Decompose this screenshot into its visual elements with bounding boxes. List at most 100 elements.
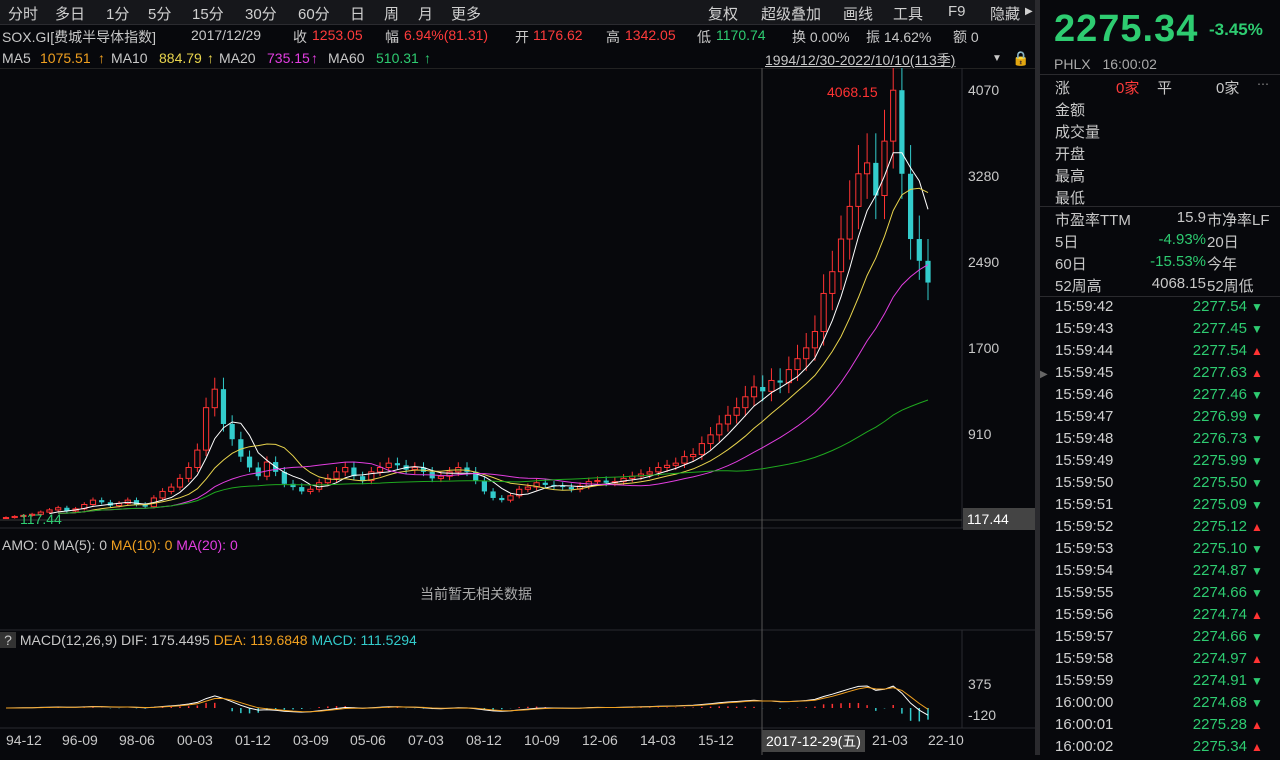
candle-body bbox=[464, 467, 470, 472]
period-toolbar: 分时 多日 1分 5分 15分 30分 60分 日 周 月 更多 复权 超级叠加… bbox=[0, 0, 1035, 25]
candle-body bbox=[99, 500, 105, 503]
candle-body bbox=[864, 162, 871, 175]
candle-body bbox=[437, 475, 445, 479]
tick-row: 16:00:00 2274.68 ▼ bbox=[1055, 694, 1265, 716]
candle-body bbox=[568, 487, 574, 490]
candle-body bbox=[655, 467, 662, 473]
candle-body bbox=[733, 407, 740, 416]
tick-row: 15:59:55 2274.66 ▼ bbox=[1055, 584, 1265, 606]
candles-group bbox=[2, 68, 931, 520]
candle-body bbox=[185, 467, 192, 479]
candle-body bbox=[385, 462, 392, 469]
dropdown-triangle-icon[interactable]: ▼ bbox=[992, 53, 1002, 64]
time-tick: 21-03 bbox=[872, 732, 908, 748]
tick-time: 15:59:58 bbox=[1055, 650, 1114, 667]
fuquan-button[interactable]: 复权 bbox=[708, 3, 738, 24]
tab-5min[interactable]: 5分 bbox=[148, 3, 171, 24]
time-tick: 01-12 bbox=[235, 732, 271, 748]
d20-label: 20日 bbox=[1207, 234, 1239, 251]
candle-body bbox=[899, 90, 905, 174]
high-label: 高 bbox=[606, 29, 620, 45]
tab-60min[interactable]: 60分 bbox=[298, 3, 330, 24]
tick-time: 15:59:44 bbox=[1055, 342, 1114, 359]
tick-time: 15:59:46 bbox=[1055, 386, 1114, 403]
chevron-right-icon[interactable]: ⋯ bbox=[1257, 77, 1269, 91]
macd-title: MACD(12,26,9) bbox=[19, 632, 118, 648]
tick-row: 15:59:50 2275.50 ▼ bbox=[1055, 474, 1265, 496]
time-tick: 10-09 bbox=[524, 732, 560, 748]
candle-body bbox=[499, 497, 505, 501]
tab-1min[interactable]: 1分 bbox=[106, 3, 129, 24]
draw-button[interactable]: 画线 bbox=[843, 3, 873, 24]
candle-body bbox=[394, 463, 401, 466]
candle-body bbox=[855, 173, 862, 207]
tools-button[interactable]: 工具 bbox=[893, 3, 923, 24]
time-tick: 05-06 bbox=[350, 732, 386, 748]
date-range-selector[interactable]: 1994/12/30-2022/10/10(113季) bbox=[765, 50, 955, 70]
separator bbox=[1040, 296, 1280, 297]
tick-price: 2277.63 bbox=[1192, 364, 1247, 381]
ma20-label: MA20 bbox=[219, 50, 256, 66]
tick-time: 15:59:49 bbox=[1055, 452, 1114, 469]
lock-icon[interactable]: 🔒 bbox=[1012, 50, 1029, 67]
tick-panel-collapse[interactable]: ▶ bbox=[1040, 333, 1048, 753]
tick-row: 15:59:46 2277.46 ▼ bbox=[1055, 386, 1265, 408]
open-label: 开 bbox=[515, 29, 529, 45]
tab-month[interactable]: 月 bbox=[418, 3, 433, 24]
down-arrow-icon: ▼ bbox=[1251, 410, 1263, 424]
kline-chart[interactable] bbox=[0, 68, 1035, 755]
time-tick: 98-06 bbox=[119, 732, 155, 748]
time-tick: 07-03 bbox=[408, 732, 444, 748]
up-arrow-icon: ↑ bbox=[98, 50, 105, 66]
candle-body bbox=[803, 347, 810, 360]
tick-price: 2275.28 bbox=[1192, 716, 1247, 733]
amo-legend: AMO: 0 MA(5): 0 MA(10): 0 MA(20): 0 bbox=[2, 537, 238, 553]
price-axis-tick: 4070 bbox=[968, 82, 1000, 98]
hide-button[interactable]: 隐藏 bbox=[990, 3, 1020, 24]
down-arrow-icon: ▼ bbox=[1251, 696, 1263, 710]
candle-body bbox=[255, 467, 261, 477]
candle-body bbox=[925, 260, 931, 283]
tab-week[interactable]: 周 bbox=[384, 3, 399, 24]
candle-body bbox=[360, 476, 366, 481]
down-arrow-icon: ▼ bbox=[1251, 322, 1263, 336]
tab-timeshare[interactable]: 分时 bbox=[8, 3, 38, 24]
d60-label: 60日 bbox=[1055, 256, 1087, 273]
candle-body bbox=[89, 499, 97, 505]
low-price-annotation: 117.44 bbox=[20, 511, 62, 527]
tick-time: 15:59:59 bbox=[1055, 672, 1114, 689]
ma10-label: MA10 bbox=[111, 50, 148, 66]
down-arrow-icon: ▼ bbox=[1251, 564, 1263, 578]
candle-body bbox=[263, 461, 271, 477]
candle-body bbox=[229, 423, 235, 440]
candle-body bbox=[594, 480, 601, 483]
help-icon[interactable]: ? bbox=[0, 632, 16, 648]
up-arrow-icon: ▲ bbox=[1251, 740, 1263, 754]
tick-price: 2277.54 bbox=[1192, 342, 1247, 359]
candle-body bbox=[307, 488, 314, 492]
tab-more[interactable]: 更多 bbox=[451, 3, 481, 24]
tick-row: 15:59:44 2277.54 ▲ bbox=[1055, 342, 1265, 364]
tick-row: 16:00:01 2275.28 ▲ bbox=[1055, 716, 1265, 738]
volume-label: 成交量 bbox=[1055, 124, 1101, 141]
macd-dif: DIF: 175.4495 bbox=[121, 632, 210, 648]
candle-body bbox=[220, 389, 227, 424]
tab-15min[interactable]: 15分 bbox=[192, 3, 224, 24]
tick-row: 15:59:45 2277.63 ▲ bbox=[1055, 364, 1265, 386]
ma60-label: MA60 bbox=[328, 50, 365, 66]
overlay-button[interactable]: 超级叠加 bbox=[761, 3, 821, 24]
macd-axis-tick: -120 bbox=[968, 707, 997, 723]
ma-legend-row: MA5 1075.51 ↑ MA10 884.79 ↑ MA20 735.15 … bbox=[0, 46, 1035, 69]
tab-30min[interactable]: 30分 bbox=[245, 3, 277, 24]
triangle-right-icon[interactable]: ▶ bbox=[1025, 6, 1033, 17]
tab-day[interactable]: 日 bbox=[350, 3, 365, 24]
f9-button[interactable]: F9 bbox=[948, 3, 966, 20]
ma10-value: 884.79 bbox=[159, 50, 202, 66]
candle-body bbox=[246, 456, 253, 468]
open-label: 开盘 bbox=[1055, 146, 1086, 163]
amount-label: 金额 bbox=[1055, 102, 1086, 119]
change-percent: -3.45% bbox=[1209, 20, 1263, 39]
down-arrow-icon: ▼ bbox=[1251, 476, 1263, 490]
candle-date: 2017/12/29 bbox=[191, 27, 262, 43]
tab-multiday[interactable]: 多日 bbox=[55, 3, 85, 24]
